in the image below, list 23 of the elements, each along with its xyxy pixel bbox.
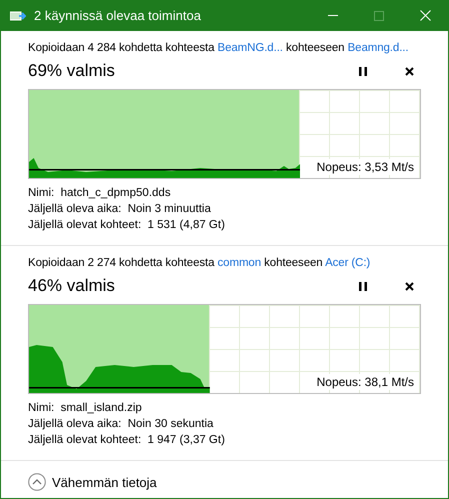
close-icon [420,10,430,21]
close-icon [404,282,414,290]
pause-icon [359,282,367,290]
progress-text: 46% valmis [28,276,116,296]
maximize-icon [374,10,384,20]
detail-line: Nimi: small_island.zip [28,401,143,416]
operation-description: Kopioidaan 4 284 kohdetta kohteesta BeamNG.d... kohteeseen Beamng.d... [28,41,410,56]
minimize-icon [328,14,338,16]
detail-line: Nimi: hatch_c_dpmp50.dds [28,186,172,201]
pause-icon [359,66,367,76]
fewer-details-button[interactable]: Vähemmän tietoja [28,473,448,491]
window-title: 2 käynnissä olevaa toimintoa [34,8,202,23]
speed-label: Nopeus: 3,53 Mt/s [314,159,416,175]
detail-line: Jäljellä olevat kohteet: 1 531 (4,87 Gt) [28,218,226,233]
detail-line: Jäljellä oleva aika: Noin 30 sekuntia [28,417,214,432]
speed-label: Nopeus: 38,1 Mt/s [314,374,416,390]
detail-line: Jäljellä olevat kohteet: 1 947 (3,37 Gt) [28,433,226,448]
chevron-up-icon [28,473,46,491]
detail-line: Jäljellä oleva aika: Noin 3 minuuttia [28,202,212,217]
progress-text: 69% valmis [28,61,116,81]
file-copy-icon [10,10,26,22]
operation-description: Kopioidaan 2 274 kohdetta kohteesta common kohteeseen Acer (C:) [28,256,372,271]
close-icon [404,66,414,76]
